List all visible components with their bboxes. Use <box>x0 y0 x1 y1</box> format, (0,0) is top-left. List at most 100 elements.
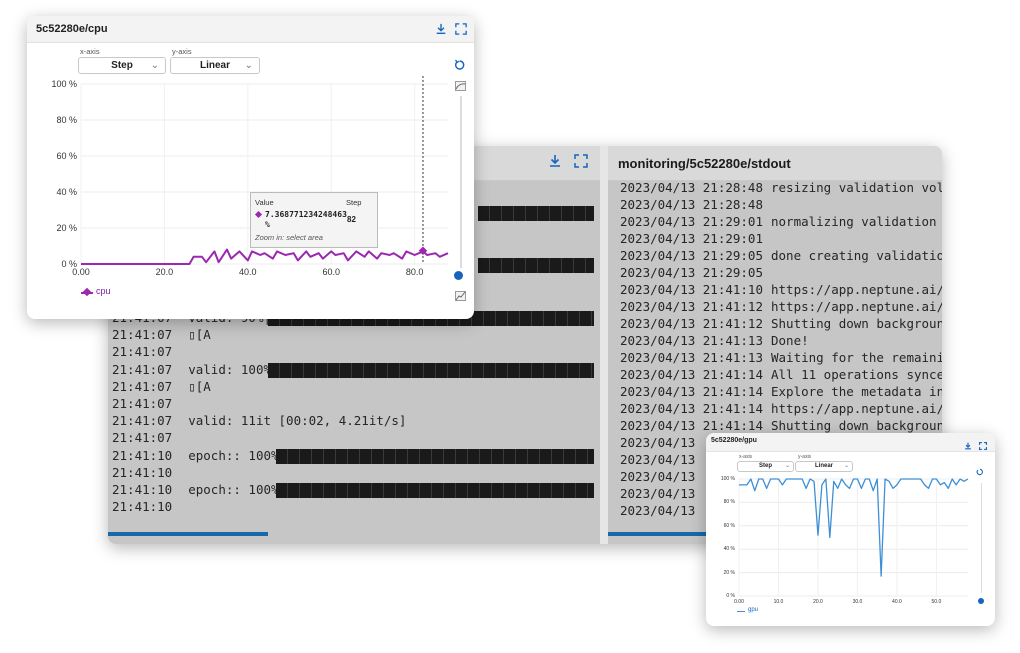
expand-icon[interactable] <box>574 154 588 172</box>
log-timestamp: 2023/04/13 21:29:05 <box>620 265 763 280</box>
cpu-legend-label: cpu <box>96 286 111 296</box>
download-icon[interactable] <box>548 154 562 172</box>
log-timestamp: 2023/04/13 21:41:14 <box>620 367 763 382</box>
log-timestamp: 21:41:07 <box>112 378 173 394</box>
y-tick-label: 80 % <box>56 114 77 125</box>
log-text: epoch:: 100%| <box>188 482 287 497</box>
log-timestamp: 2023/04/13 21:41:14 <box>620 418 763 433</box>
log-text: Explore the metadata in <box>771 384 942 399</box>
log-line: 2023/04/13 <box>620 469 703 487</box>
progress-bar <box>478 206 594 221</box>
log-line: 2023/04/13 <box>620 452 703 470</box>
log-timestamp: 21:41:10 <box>112 464 173 480</box>
x-tick-label: 80.0 <box>405 267 424 277</box>
gpu-line-chart[interactable] <box>706 433 995 626</box>
progress-bar <box>276 483 594 498</box>
log-timestamp: 21:41:07 <box>112 396 173 411</box>
log-text: done creating validation <box>771 248 942 263</box>
log-line: 21:41:10 epoch:: 100%| <box>112 482 286 500</box>
log-timestamp: 2023/04/13 <box>620 469 696 484</box>
log-timestamp: 2023/04/13 21:41:14 <box>620 384 763 399</box>
stdout-log-scrollbar[interactable] <box>608 532 708 536</box>
log-text: valid: 100%| <box>188 361 279 377</box>
cpu-series-diamond <box>254 210 263 219</box>
log-timestamp: 2023/04/13 21:28:48 <box>620 197 763 212</box>
log-text: valid: 11it [00:02, 4.21it/s] <box>188 413 407 429</box>
x-tick-label: 0.00 <box>72 267 90 277</box>
log-text: Shutting down background <box>771 316 942 331</box>
legend[interactable]: cpu <box>81 286 141 298</box>
log-timestamp: 2023/04/13 21:41:12 <box>620 299 763 314</box>
log-timestamp: 2023/04/13 21:29:05 <box>620 248 763 263</box>
log-timestamp: 21:41:07 <box>112 344 173 360</box>
log-line: 2023/04/13 21:29:05 <box>620 265 771 283</box>
log-line: 21:41:07 valid: 11it [00:02, 4.21it/s] <box>112 413 406 431</box>
training-log-scrollbar[interactable] <box>108 532 268 536</box>
tooltip-value: 7.368771234248463 <box>265 210 347 219</box>
tooltip-step: 82 <box>347 215 356 224</box>
log-line: 2023/04/13 21:29:05 done creating validat… <box>620 248 942 266</box>
log-line: 2023/04/13 21:41:13 Waiting for the remai… <box>620 350 942 368</box>
x-tick-label: 10.0 <box>773 599 784 605</box>
y-tick-label: 20 % <box>723 569 735 576</box>
log-line: 2023/04/13 21:41:10 https://app.neptune.a… <box>620 282 942 300</box>
y-tick-label: 40 % <box>723 546 735 553</box>
log-line: 2023/04/13 <box>620 486 703 504</box>
y-tick-label: 40 % <box>56 186 77 197</box>
y-tick-label: 20 % <box>56 222 77 233</box>
log-line: 21:41:10 <box>112 499 188 517</box>
value-tooltip: Value Step 7.368771234248463 % 82 Zoom i… <box>250 192 378 248</box>
log-timestamp: 2023/04/13 <box>620 503 696 518</box>
log-line: 2023/04/13 21:41:14 All 11 operations syn… <box>620 367 942 385</box>
y-tick-label: 60 % <box>723 522 735 529</box>
log-timestamp: 2023/04/13 <box>620 486 696 501</box>
log-text: Shutting down backgroun <box>771 418 942 433</box>
gpu-legend-label: gpu <box>748 607 759 613</box>
log-timestamp: 2023/04/13 21:28:48 <box>620 180 763 195</box>
log-timestamp: 2023/04/13 21:41:10 <box>620 282 763 297</box>
stdout-log-header: monitoring/5c52280e/stdout <box>608 146 942 181</box>
x-tick-label: 20.0 <box>155 267 174 277</box>
log-line: 2023/04/13 21:41:12 https://app.neptune.a… <box>620 299 942 317</box>
tooltip-step-label: Step <box>346 198 362 207</box>
log-line: 2023/04/13 21:28:48 <box>620 197 771 215</box>
y-tick-label: 100 % <box>51 78 77 89</box>
log-text: ▯[A <box>188 378 211 394</box>
tooltip-value-label: Value <box>255 198 274 207</box>
log-timestamp: 21:41:07 <box>112 361 173 377</box>
legend[interactable]: gpu <box>737 607 777 617</box>
log-line: 21:41:07 ▯[A <box>112 327 211 345</box>
x-tick-label: 30.0 <box>852 599 863 605</box>
log-timestamp: 2023/04/13 21:29:01 <box>620 214 763 229</box>
log-timestamp: 2023/04/13 21:41:13 <box>620 333 763 348</box>
y-tick-label: 60 % <box>56 150 77 161</box>
log-text: All 11 operations synced <box>771 367 942 382</box>
y-tick-label: 100 % <box>720 476 735 482</box>
log-line: 21:41:10 <box>112 465 188 483</box>
log-line: 2023/04/13 21:41:14 https://app.neptune.a… <box>620 401 942 419</box>
stdout-log-title: monitoring/5c52280e/stdout <box>618 156 791 171</box>
log-text: Done! <box>771 333 809 348</box>
log-timestamp: 21:41:07 <box>112 430 173 446</box>
log-timestamp: 2023/04/13 21:41:13 <box>620 350 763 365</box>
log-line: 2023/04/13 <box>620 503 703 521</box>
log-timestamp: 2023/04/13 21:29:01 <box>620 231 763 246</box>
x-tick-label: 0.00 <box>734 599 744 605</box>
log-text: https://app.neptune.ai/c <box>771 299 942 314</box>
log-line: 21:41:10 epoch:: 100%| <box>112 448 286 466</box>
log-timestamp: 2023/04/13 21:41:14 <box>620 401 763 416</box>
cpu-series-line[interactable] <box>81 248 449 265</box>
progress-bar <box>478 258 594 273</box>
log-line: 21:41:07 <box>112 344 188 362</box>
log-timestamp: 21:41:10 <box>112 447 173 463</box>
gpu-series-line[interactable] <box>739 478 969 577</box>
log-text: resizing validation volu <box>771 180 942 195</box>
log-text: ▯[A <box>188 327 211 343</box>
gpu-legend-marker <box>737 611 745 612</box>
log-timestamp: 21:41:10 <box>112 482 173 497</box>
log-timestamp: 2023/04/13 21:41:12 <box>620 316 763 331</box>
log-timestamp: 21:41:07 <box>112 327 173 343</box>
log-line: 2023/04/13 21:41:12 Shutting down backgro… <box>620 316 942 334</box>
log-line: 21:41:07 <box>112 396 188 414</box>
log-line: 2023/04/13 21:41:14 Explore the metadata … <box>620 384 942 402</box>
